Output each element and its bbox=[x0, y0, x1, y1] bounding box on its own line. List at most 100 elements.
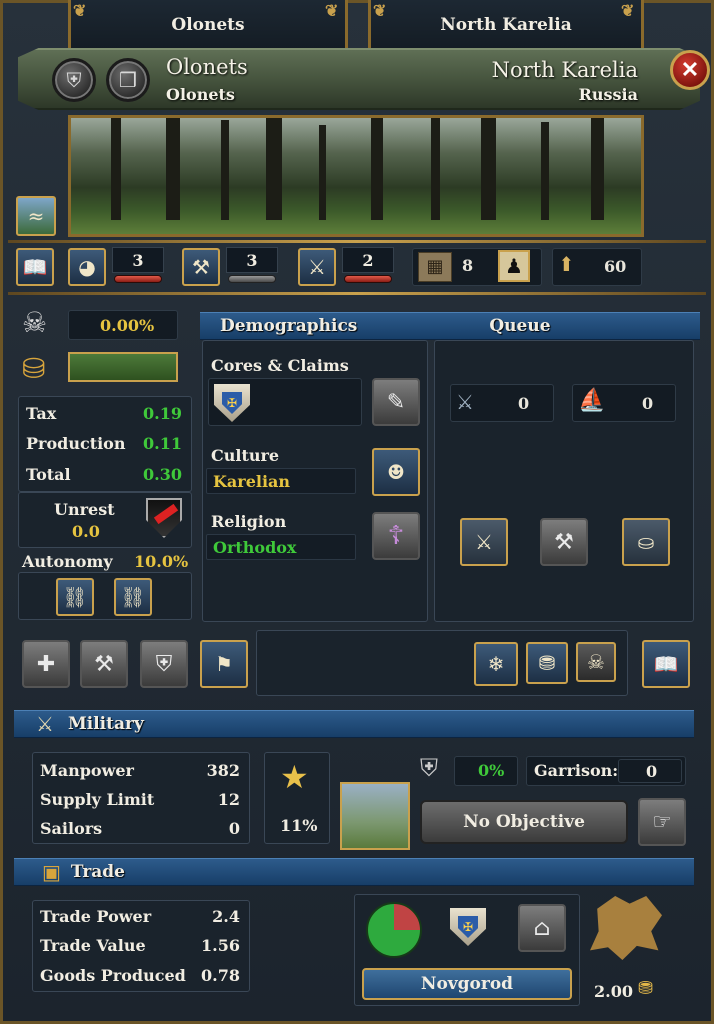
production-dev-value: 3 bbox=[226, 247, 278, 273]
build-toggle-button[interactable]: ❒ bbox=[106, 58, 150, 102]
development-up-icon: ⬆ bbox=[558, 252, 575, 276]
mercenary-button[interactable]: ⛀ bbox=[622, 518, 670, 566]
objective-button[interactable]: No Objective bbox=[420, 800, 628, 844]
decrease-autonomy-button[interactable]: ⛓ bbox=[56, 578, 94, 616]
trade-node-button[interactable]: Novgorod bbox=[362, 968, 572, 1000]
treasure-icon: ⛁ bbox=[22, 352, 46, 385]
military-title: Military bbox=[67, 714, 144, 734]
orthodox-cross-icon: ☦ bbox=[387, 521, 405, 551]
sailors-value: 0 bbox=[228, 819, 240, 838]
sailors-label: Sailors bbox=[40, 819, 103, 838]
map-icon: ▦ bbox=[418, 252, 452, 282]
culture-label: Culture bbox=[211, 446, 280, 465]
tax-dev-icon: ◕ bbox=[68, 248, 106, 286]
tax-label: Tax bbox=[26, 404, 57, 423]
siege-shield-icon: ⛨ bbox=[420, 754, 438, 782]
mercenary-coins-icon: ⛀ bbox=[637, 530, 655, 554]
garrison-value: 0 bbox=[646, 762, 658, 781]
soldiers-icon: ⚔ bbox=[308, 255, 326, 279]
river-icon: ≈ bbox=[27, 204, 45, 228]
trade-share-pie[interactable] bbox=[366, 902, 422, 958]
objective-label: No Objective bbox=[463, 812, 585, 832]
demographics-title: Demographics bbox=[220, 316, 358, 336]
tax-dev-value: 3 bbox=[112, 247, 164, 273]
hammer-icon: ⚒ bbox=[554, 529, 574, 555]
skull-modifier-icon[interactable]: ☠ bbox=[576, 642, 616, 682]
province-history-button[interactable]: 📖 bbox=[642, 640, 690, 688]
tab-province[interactable]: ❦ Olonets ❦ bbox=[68, 0, 348, 52]
tab-area[interactable]: ❦ North Karelia ❦ bbox=[368, 0, 644, 52]
tax-value: 0.19 bbox=[143, 404, 182, 423]
crate-icon: ▣ bbox=[42, 860, 61, 884]
production-label: Production bbox=[26, 434, 126, 453]
trade-ribbon: ▣ Trade bbox=[14, 858, 694, 886]
gold-pile-icon: ⛃ bbox=[538, 651, 556, 675]
garrison-label: Garrison: bbox=[534, 761, 619, 780]
town-image bbox=[340, 782, 410, 850]
fort-button[interactable]: ⛨ bbox=[140, 640, 188, 688]
trade-power-value: 2.4 bbox=[212, 907, 240, 926]
goods-price: 2.00 bbox=[594, 982, 633, 1001]
speech-hand-icon: ☞ bbox=[652, 809, 672, 835]
convert-religion-button[interactable]: ☦ bbox=[372, 512, 420, 560]
keyhole-icon[interactable]: ♟ bbox=[498, 250, 530, 282]
crossed-swords-icon: ⚔ bbox=[475, 530, 493, 554]
capital-name: Olonets bbox=[166, 85, 235, 104]
gold-coins-icon: ⛃ bbox=[638, 978, 654, 999]
total-label: Total bbox=[26, 465, 71, 484]
total-value: 0.30 bbox=[143, 465, 182, 484]
chain-plus-icon: ⛓ bbox=[120, 585, 146, 609]
winter-modifier-icon[interactable]: ❄ bbox=[474, 642, 518, 686]
manpower-value: 382 bbox=[206, 761, 240, 780]
objective-settings-button[interactable]: ☞ bbox=[638, 798, 686, 846]
trade-goods-count: 8 bbox=[462, 256, 474, 275]
religion-value[interactable]: Orthodox bbox=[206, 534, 356, 560]
owner-name[interactable]: Russia bbox=[579, 85, 638, 104]
unrest-label: Unrest bbox=[54, 500, 115, 519]
decision-button[interactable]: ✚ bbox=[22, 640, 70, 688]
colonize-button[interactable]: ⚑ bbox=[200, 640, 248, 688]
close-button[interactable]: ✕ bbox=[670, 50, 710, 90]
recruit-button[interactable]: ⚔ bbox=[460, 518, 508, 566]
tab-area-label: North Karelia bbox=[440, 14, 572, 35]
ship-queue-count: 0 bbox=[642, 394, 654, 413]
trade-power-label: Trade Power bbox=[40, 907, 152, 926]
siege-percent: 0% bbox=[478, 761, 505, 780]
ship-icon: ⛵ bbox=[578, 388, 606, 413]
demographics-ribbon: Demographics Queue bbox=[200, 312, 700, 340]
province-ledger-button[interactable]: 📖 bbox=[16, 248, 54, 286]
production-dev-decrease-button[interactable] bbox=[228, 275, 276, 283]
gold-modifier-icon[interactable]: ⛃ bbox=[526, 642, 568, 684]
hammer-icon: ⚒ bbox=[192, 255, 210, 279]
autonomy-label: Autonomy bbox=[22, 552, 113, 571]
fabricate-claim-button[interactable]: ✎ bbox=[372, 378, 420, 426]
devastation-icon: ☠ bbox=[22, 306, 48, 339]
convert-culture-button[interactable]: ☻ bbox=[372, 448, 420, 496]
skull-icon: ☠ bbox=[587, 650, 605, 674]
scroll-plus-icon: ✎ bbox=[386, 389, 406, 415]
goods-produced-value: 0.78 bbox=[201, 966, 240, 985]
merchant-button[interactable]: ⌂ bbox=[518, 904, 566, 952]
eagle-plus-icon: ✚ bbox=[36, 651, 56, 677]
manpower-dev-decrease-button[interactable] bbox=[344, 275, 392, 283]
culture-value[interactable]: Karelian bbox=[206, 468, 356, 494]
supply-limit-value: 12 bbox=[217, 790, 240, 809]
infantry-icon: ⚔ bbox=[456, 390, 474, 414]
queue-panel bbox=[434, 340, 694, 622]
manpower-dev-value: 2 bbox=[342, 247, 394, 273]
star-swords-icon: ★ bbox=[280, 758, 309, 796]
tax-dev-decrease-button[interactable] bbox=[114, 275, 162, 283]
culture-convert-icon: ☻ bbox=[387, 460, 405, 484]
build-button[interactable]: ⚒ bbox=[540, 518, 588, 566]
shield-toggle-button[interactable]: ⛨ bbox=[52, 58, 96, 102]
production-dev-icon: ⚒ bbox=[182, 248, 220, 286]
raze-button[interactable]: ⚒ bbox=[80, 640, 128, 688]
autonomy-value: 10.0% bbox=[134, 552, 189, 571]
terrain-map-button[interactable]: ≈ bbox=[16, 196, 56, 236]
development-total: 60 bbox=[604, 257, 627, 276]
close-icon: ✕ bbox=[680, 57, 700, 83]
autonomy-panel bbox=[18, 572, 192, 620]
military-ribbon: ⚔ Military bbox=[14, 710, 694, 738]
cores-claims-label: Cores & Claims bbox=[211, 356, 349, 375]
increase-autonomy-button[interactable]: ⛓ bbox=[114, 578, 152, 616]
